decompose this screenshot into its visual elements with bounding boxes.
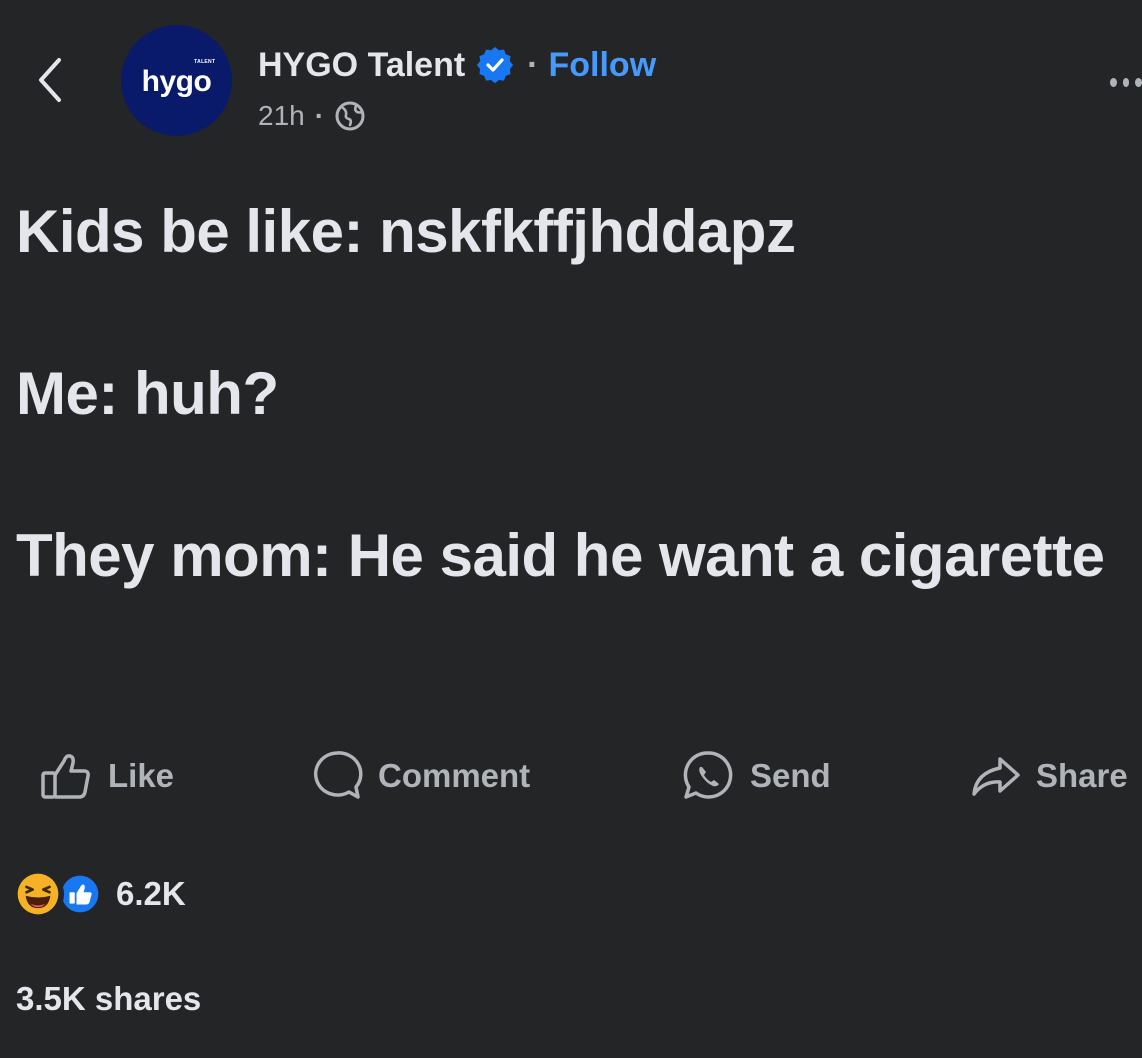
post-line: Me: huh? (16, 360, 279, 427)
thumbs-up-icon (38, 747, 96, 805)
more-dot (1110, 77, 1117, 87)
header-separator: · (527, 45, 539, 84)
reaction-count: 6.2K (116, 875, 186, 912)
meta-separator: · (314, 100, 325, 131)
post-line: Kids be like: nskfkffjhddapz (16, 198, 796, 265)
back-button[interactable] (26, 52, 74, 108)
like-label: Like (108, 757, 175, 794)
post-header: HYGO Talent · Follow (258, 42, 656, 88)
share-arrow-icon (966, 747, 1024, 805)
reactions-summary[interactable]: 6.2K (12, 868, 186, 920)
verified-badge-icon (477, 47, 514, 83)
post-body: Kids be like: nskfkffjhddapz Me: huh? Th… (16, 192, 1126, 596)
more-options-icon[interactable] (1110, 60, 1142, 104)
logo-tag: TALENT (194, 58, 216, 65)
page-avatar[interactable]: hygo TALENT (121, 25, 232, 136)
share-label: Share (1036, 757, 1128, 794)
page-name[interactable]: HYGO Talent (258, 46, 465, 85)
haha-reaction-icon (12, 868, 64, 920)
chevron-left-icon (39, 58, 61, 102)
shares-count[interactable]: 3.5K shares (16, 980, 201, 1018)
follow-button[interactable]: Follow (549, 46, 657, 85)
post-meta: 21h · (258, 96, 366, 136)
hygo-logo: hygo TALENT (141, 58, 216, 98)
send-label: Send (750, 757, 831, 794)
globe-icon (334, 100, 366, 132)
comment-bubble-icon (308, 747, 366, 805)
more-dot (1122, 77, 1130, 87)
post-timestamp[interactable]: 21h (258, 100, 305, 132)
comment-label: Comment (378, 757, 531, 794)
share-button[interactable]: Share (966, 746, 1128, 806)
comment-button[interactable]: Comment (308, 746, 530, 806)
post-line: They mom: He said he want a cigarette (16, 522, 1105, 589)
like-button[interactable]: Like (38, 746, 174, 806)
send-button[interactable]: Send (680, 746, 831, 806)
messenger-send-icon (680, 747, 738, 805)
more-dot (1135, 77, 1142, 87)
